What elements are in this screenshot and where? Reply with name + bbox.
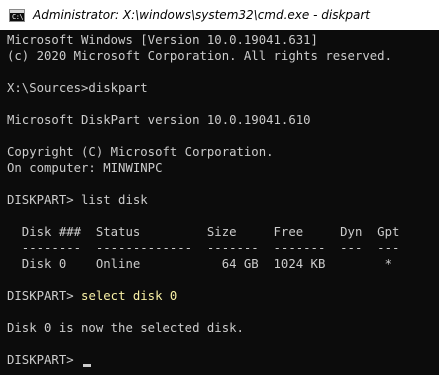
cmd-icon[interactable]: C:\ (9, 9, 25, 22)
console-line: Microsoft Windows [Version 10.0.19041.63… (7, 33, 318, 47)
active-prompt-line[interactable]: DISKPART> (7, 352, 92, 368)
text-cursor (83, 364, 92, 367)
console-line: On computer: MINWINPC (7, 161, 163, 175)
prompt: DISKPART> (7, 353, 82, 367)
console-line: X:\Sources>diskpart (7, 81, 148, 95)
table-separator-row: -------- ------------- ------- ------- -… (7, 241, 400, 255)
console-line: (c) 2020 Microsoft Corporation. All righ… (7, 49, 392, 63)
prompt: DISKPART> (7, 289, 82, 303)
cmd-window: C:\ Administrator: X:\windows\system32\c… (0, 0, 439, 375)
window-title: Administrator: X:\windows\system32\cmd.e… (33, 8, 371, 22)
console-line: DISKPART> list disk (7, 193, 148, 207)
highlighted-command: select disk 0 (81, 289, 178, 303)
cmd-icon-glyph: C:\ (12, 13, 24, 21)
console-line: Copyright (C) Microsoft Corporation. (7, 145, 274, 159)
command-line: DISKPART> select disk 0 (7, 288, 177, 304)
table-header-row: Disk ### Status Size Free Dyn Gpt (7, 225, 400, 239)
table-row: Disk 0 Online 64 GB 1024 KB * (7, 257, 392, 271)
console-output[interactable]: Microsoft Windows [Version 10.0.19041.63… (0, 30, 439, 375)
console-line: Microsoft DiskPart version 10.0.19041.61… (7, 113, 311, 127)
title-bar[interactable]: C:\ Administrator: X:\windows\system32\c… (0, 0, 439, 30)
status-message: Disk 0 is now the selected disk. (7, 321, 244, 335)
